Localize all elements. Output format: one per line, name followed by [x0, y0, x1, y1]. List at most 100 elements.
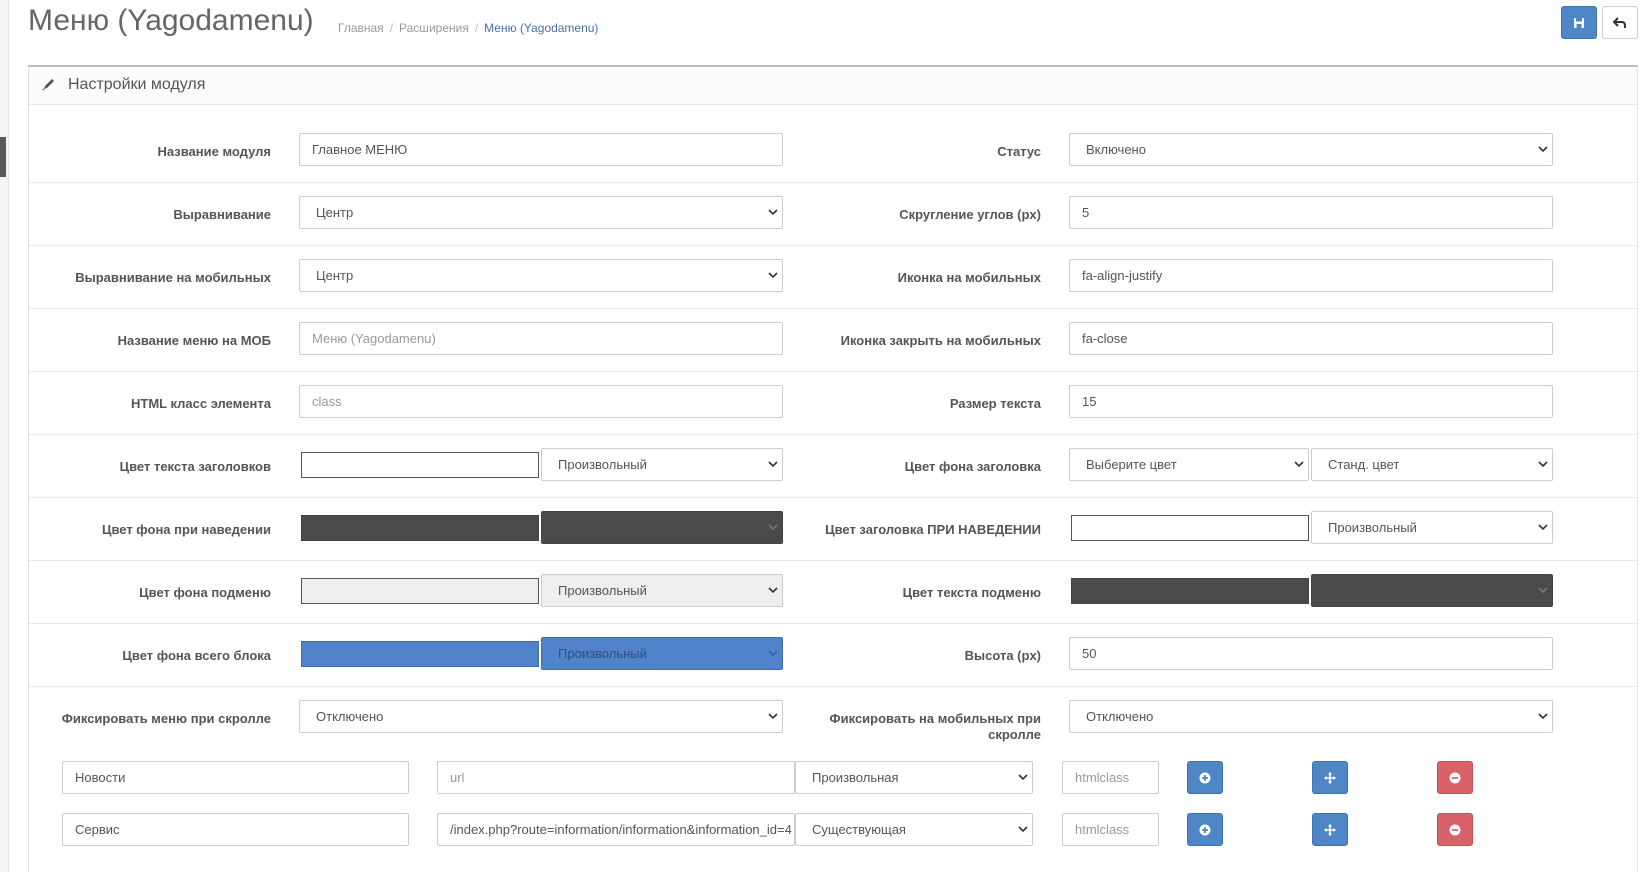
module-name-input[interactable]: Главное МЕНЮ: [299, 133, 783, 166]
minus-circle-icon: [1449, 824, 1461, 835]
menu-item-type-select[interactable]: Произвольная: [795, 761, 1033, 794]
menu-item-title-input[interactable]: Новости: [62, 761, 409, 794]
menu-item-title-input[interactable]: Сервис: [62, 813, 409, 846]
back-button[interactable]: [1602, 6, 1638, 39]
breadcrumb-separator: /: [474, 21, 479, 35]
submenu-bg-color-mode-value: Произвольный: [558, 583, 647, 598]
form-row: Цвет фона подменю Произвольный Цвет текс…: [29, 560, 1637, 624]
page-title: Меню (Yagodamenu): [28, 4, 314, 37]
menu-name-mob-input[interactable]: Меню (Yagodamenu): [299, 322, 783, 355]
page-header: Меню (Yagodamenu) Главная / Расширения / Мен…: [28, 0, 1643, 62]
hover-header-color-mode-value: Произвольный: [1328, 520, 1417, 535]
fix-mobile-select[interactable]: Отключено: [1069, 700, 1553, 733]
menu-item-class-input[interactable]: htmlclass: [1062, 761, 1159, 794]
menu-item-type-value: Существующая: [812, 822, 906, 837]
header-bg-color-mode-value: Станд. цвет: [1328, 457, 1400, 472]
fix-mobile-label: Фиксировать на мобильных при скролле: [829, 711, 1041, 742]
minus-circle-icon: [1449, 772, 1461, 783]
breadcrumb-separator: /: [389, 21, 394, 35]
menu-item-class-input[interactable]: htmlclass: [1062, 813, 1159, 846]
align-mobile-select-value: Центр: [316, 268, 354, 283]
text-size-input[interactable]: 15: [1069, 385, 1553, 418]
fix-scroll-select[interactable]: Отключено: [299, 700, 783, 733]
pencil-icon: [42, 79, 54, 91]
breadcrumb-home-link[interactable]: Главная: [338, 21, 384, 35]
text-size-label: Размер текста: [949, 396, 1041, 411]
menu-item-url-input[interactable]: url: [437, 761, 795, 794]
hover-bg-color-label: Цвет фона при наведении: [101, 522, 271, 537]
html-class-input[interactable]: class: [299, 385, 783, 418]
status-select[interactable]: Включено: [1069, 133, 1553, 166]
left-edge-strip: [0, 0, 9, 872]
height-input[interactable]: 50: [1069, 637, 1553, 670]
align-select[interactable]: Центр: [299, 196, 783, 229]
remove-item-button[interactable]: [1437, 761, 1473, 794]
add-item-button[interactable]: [1187, 761, 1223, 794]
chevron-down-icon: [768, 524, 778, 531]
form-row: Цвет текста заголовков Произвольный Цвет…: [29, 434, 1637, 498]
block-bg-color-label: Цвет фона всего блока: [122, 648, 271, 663]
header-bg-color-choose-value: Выберите цвет: [1086, 457, 1177, 472]
chevron-down-icon: [768, 587, 778, 594]
panel-title: Настройки модуля: [68, 76, 206, 93]
icon-close-mobile-label: Иконка закрыть на мобильных: [840, 333, 1041, 348]
block-bg-color-mode-select[interactable]: Произвольный: [541, 637, 783, 670]
align-select-value: Центр: [316, 205, 354, 220]
chevron-down-icon: [768, 461, 778, 468]
move-arrows-icon: [1324, 823, 1336, 836]
submenu-bg-color-label: Цвет фона подменю: [139, 585, 271, 600]
html-class-label: HTML класс элемента: [131, 396, 271, 411]
form-row: Фиксировать меню при скролле Отключено Ф…: [29, 686, 1637, 755]
plus-circle-icon: [1199, 824, 1211, 835]
radius-input[interactable]: 5: [1069, 196, 1553, 229]
submenu-bg-color-swatch[interactable]: [301, 578, 539, 604]
form-row: Выравнивание на мобильных Центр Иконка н…: [29, 245, 1637, 309]
form-row: Название меню на МОБ Меню (Yagodamenu) И…: [29, 308, 1637, 372]
header-bg-color-choose-select[interactable]: Выберите цвет: [1069, 448, 1309, 481]
menu-item-row: Новости url Произвольная htmlclass: [29, 757, 1637, 807]
move-arrows-icon: [1324, 771, 1336, 784]
remove-item-button[interactable]: [1437, 813, 1473, 846]
header-text-color-mode-select[interactable]: Произвольный: [541, 448, 783, 481]
plus-circle-icon: [1199, 772, 1211, 783]
chevron-down-icon: [1538, 587, 1548, 594]
chevron-down-icon: [1294, 461, 1304, 468]
menu-item-row: Сервис /index.php?route=information/info…: [29, 809, 1637, 859]
move-item-button[interactable]: [1312, 761, 1348, 794]
move-item-button[interactable]: [1312, 813, 1348, 846]
chevron-down-icon: [1018, 774, 1028, 781]
status-label: Статус: [997, 144, 1041, 159]
header-text-color-swatch[interactable]: [301, 452, 539, 478]
submenu-text-color-mode-select[interactable]: [1311, 574, 1553, 607]
breadcrumb-current-link[interactable]: Меню (Yagodamenu): [484, 21, 598, 35]
header-text-color-mode-value: Произвольный: [558, 457, 647, 472]
submenu-bg-color-mode-select[interactable]: Произвольный: [541, 574, 783, 607]
header-bg-color-mode-select[interactable]: Станд. цвет: [1311, 448, 1553, 481]
hover-header-color-swatch[interactable]: [1071, 515, 1309, 541]
hover-header-color-mode-select[interactable]: Произвольный: [1311, 511, 1553, 544]
icon-mobile-input[interactable]: fa-align-justify: [1069, 259, 1553, 292]
icon-mobile-label: Иконка на мобильных: [897, 270, 1041, 285]
chevron-down-icon: [768, 272, 778, 279]
save-button[interactable]: [1561, 6, 1597, 39]
hover-bg-color-swatch[interactable]: [301, 515, 539, 541]
height-label: Высота (px): [964, 648, 1041, 663]
hover-bg-color-mode-select[interactable]: [541, 511, 783, 544]
panel-heading: Настройки модуля: [29, 67, 1637, 105]
hover-header-color-label: Цвет заголовка ПРИ НАВЕДЕНИИ: [825, 522, 1041, 537]
icon-close-mobile-input[interactable]: fa-close: [1069, 322, 1553, 355]
block-bg-color-swatch[interactable]: [301, 641, 539, 667]
breadcrumb-extensions-link[interactable]: Расширения: [399, 21, 469, 35]
status-select-value: Включено: [1086, 142, 1146, 157]
menu-item-type-select[interactable]: Существующая: [795, 813, 1033, 846]
header-bg-color-label: Цвет фона заголовка: [904, 459, 1041, 474]
align-mobile-select[interactable]: Центр: [299, 259, 783, 292]
submenu-text-color-swatch[interactable]: [1071, 578, 1309, 604]
form-row: Цвет фона всего блока Произвольный Высот…: [29, 623, 1637, 687]
breadcrumb: Главная / Расширения / Меню (Yagodamenu): [338, 21, 598, 35]
add-item-button[interactable]: [1187, 813, 1223, 846]
menu-item-url-input[interactable]: /index.php?route=information/information…: [437, 813, 795, 846]
submenu-text-color-label: Цвет текста подменю: [902, 585, 1041, 600]
radius-label: Скругление углов (px): [899, 207, 1041, 222]
chevron-down-icon: [768, 209, 778, 216]
